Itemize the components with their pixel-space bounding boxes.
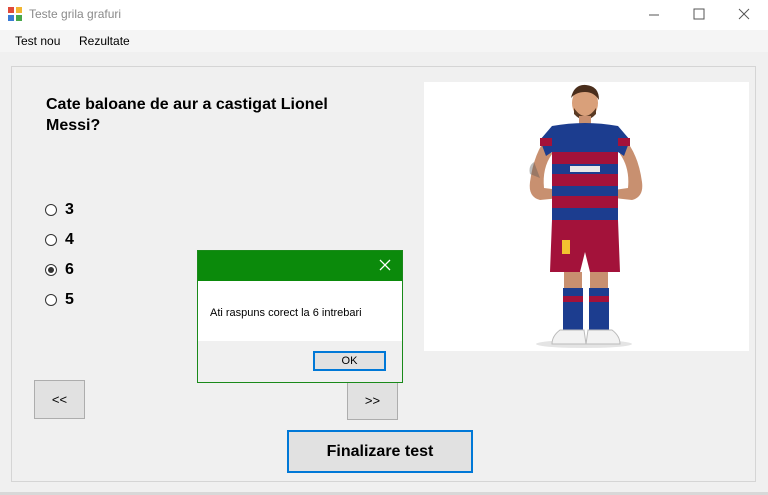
next-button[interactable]: >>	[347, 381, 398, 420]
radio-button-selected[interactable]	[45, 264, 57, 276]
close-icon	[738, 8, 750, 20]
previous-button[interactable]: <<	[34, 380, 85, 419]
option-3[interactable]: 6	[45, 260, 74, 280]
menu-test-nou[interactable]: Test nou	[15, 34, 60, 48]
maximize-icon	[693, 8, 705, 20]
option-1[interactable]: 3	[45, 200, 74, 220]
minimize-icon	[649, 14, 659, 16]
maximize-button[interactable]	[676, 0, 722, 30]
football-player-image	[529, 84, 643, 348]
option-label: 5	[65, 291, 74, 308]
option-label: 4	[65, 231, 74, 248]
app-icon	[8, 7, 22, 21]
radio-button[interactable]	[45, 204, 57, 216]
radio-button[interactable]	[45, 234, 57, 246]
option-4[interactable]: 5	[45, 290, 74, 310]
option-label: 3	[65, 201, 74, 218]
menu-rezultate[interactable]: Rezultate	[79, 34, 130, 48]
radio-button[interactable]	[45, 294, 57, 306]
minimize-button[interactable]	[631, 0, 677, 30]
dialog-title-bar	[198, 251, 402, 281]
finish-test-button[interactable]: Finalizare test	[287, 430, 473, 473]
question-image	[424, 82, 749, 351]
dialog-message: Ati raspuns corect la 6 intrebari	[210, 307, 362, 319]
menu-bar: Test nou Rezultate	[0, 30, 768, 52]
dialog-body: Ati raspuns corect la 6 intrebari	[198, 281, 402, 341]
close-icon[interactable]	[378, 258, 392, 272]
close-button[interactable]	[722, 0, 768, 30]
title-bar: Teste grila grafuri	[0, 0, 768, 30]
window-title: Teste grila grafuri	[29, 7, 122, 21]
ok-button[interactable]: OK	[313, 351, 386, 371]
option-2[interactable]: 4	[45, 230, 74, 250]
option-label: 6	[65, 261, 74, 278]
message-dialog: Ati raspuns corect la 6 intrebari OK	[197, 250, 403, 383]
question-text: Cate baloane de aur a castigat Lionel Me…	[46, 96, 328, 134]
